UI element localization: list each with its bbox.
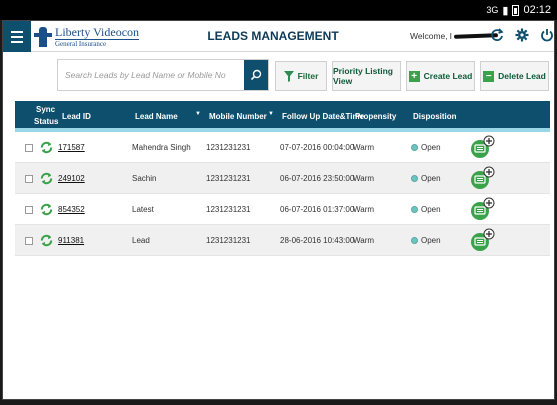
lead-id-link[interactable]: 854352 (58, 205, 85, 214)
followup-datetime: 07-07-2016 00:04:00 (280, 143, 355, 152)
lead-id-link[interactable]: 249102 (58, 174, 85, 183)
lead-name: Lead (132, 236, 150, 245)
welcome-text: Welcome, I (410, 31, 499, 41)
leads-table-body: 171587 Mahendra Singh 1231231231 07-07-2… (15, 132, 550, 256)
status-dot-icon (411, 237, 418, 244)
propensity: Warm (353, 143, 375, 152)
battery-icon (512, 4, 520, 16)
mobile-number: 1231231231 (206, 174, 251, 183)
welcome-label: Welcome, (410, 31, 448, 41)
followup-datetime: 28-06-2016 10:43:00 (280, 236, 355, 245)
lead-name: Sachin (132, 174, 157, 183)
row-checkbox[interactable] (25, 237, 33, 245)
status-dot-icon (411, 206, 418, 213)
table-row[interactable]: 854352 Latest 1231231231 06-07-2016 01:3… (15, 194, 550, 225)
brand-tagline: General Insurance (55, 39, 140, 48)
lead-action-icon[interactable] (470, 135, 496, 161)
row-checkbox[interactable] (25, 206, 33, 214)
status-dot-icon (411, 175, 418, 182)
col-disposition[interactable]: Disposition (413, 112, 457, 122)
app-screen: Liberty Videocon General Insurance LEADS… (2, 20, 555, 400)
disposition: Open (421, 205, 441, 214)
table-row[interactable]: 911381 Lead 1231231231 28-06-2016 10:43:… (15, 225, 550, 256)
filter-label: Filter (297, 71, 319, 81)
table-row[interactable]: 171587 Mahendra Singh 1231231231 07-07-2… (15, 132, 550, 163)
power-logout-icon[interactable] (539, 28, 555, 44)
row-checkbox[interactable] (25, 175, 33, 183)
refresh-icon[interactable] (489, 28, 505, 44)
mobile-number: 1231231231 (206, 205, 251, 214)
mobile-number: 1231231231 (206, 236, 251, 245)
system-status-bar: 3G ▮ 02:12 (0, 0, 557, 20)
disposition: Open (421, 236, 441, 245)
row-checkbox[interactable] (25, 144, 33, 152)
minus-icon: − (483, 70, 495, 82)
priority-listing-view-button[interactable]: Priority Listing View (332, 61, 401, 91)
disposition: Open (421, 174, 441, 183)
followup-datetime: 06-07-2016 01:37:00 (280, 205, 355, 214)
welcome-user-initial: I (449, 31, 453, 41)
lead-name: Mahendra Singh (132, 143, 191, 152)
propensity: Warm (353, 236, 375, 245)
status-dot-icon (411, 144, 418, 151)
col-followup[interactable]: Follow Up Date&Time (282, 112, 364, 122)
priority-label: Priority Listing View (333, 66, 393, 86)
leads-table-header: Sync Status Lead ID Lead Name ▼ Mobile N… (15, 101, 550, 132)
lead-action-icon[interactable] (470, 166, 496, 192)
delete-lead-button[interactable]: − Delete Lead (480, 61, 549, 91)
sync-status-icon (40, 172, 53, 185)
page-title: LEADS MANAGEMENT (207, 29, 339, 43)
lead-id-link[interactable]: 911381 (58, 236, 84, 245)
hamburger-menu-button[interactable] (3, 21, 31, 52)
disposition: Open (421, 143, 441, 152)
table-row[interactable]: 249102 Sachin 1231231231 06-07-2016 23:5… (15, 163, 550, 194)
filter-icon (283, 70, 294, 82)
create-label: Create Lead (423, 71, 473, 81)
menu-icon-line (11, 35, 23, 38)
app-header: Liberty Videocon General Insurance LEADS… (3, 21, 554, 52)
brand-name: Liberty Videocon (55, 25, 140, 39)
lead-action-icon[interactable] (470, 228, 496, 254)
col-lead-name[interactable]: Lead Name (135, 112, 178, 122)
filter-button[interactable]: Filter (275, 61, 327, 91)
liberty-logo-icon (34, 25, 52, 49)
col-sync-line1: Sync (36, 105, 56, 114)
search-input[interactable] (58, 60, 244, 90)
mobile-number: 1231231231 (206, 143, 251, 152)
search-box (57, 59, 269, 91)
sync-status-icon (40, 203, 53, 216)
plus-icon: + (408, 70, 420, 82)
create-lead-button[interactable]: + Create Lead (406, 61, 475, 91)
propensity: Warm (353, 205, 375, 214)
clock: 02:12 (523, 4, 551, 16)
col-mobile-number[interactable]: Mobile Number (209, 112, 267, 122)
col-lead-id[interactable]: Lead ID (62, 112, 91, 122)
sort-down-icon[interactable]: ▼ (268, 111, 274, 117)
settings-gear-icon[interactable] (514, 28, 530, 44)
sort-down-icon[interactable]: ▼ (195, 111, 201, 117)
col-propensity[interactable]: Propensity (355, 112, 396, 122)
lead-id-link[interactable]: 171587 (58, 143, 85, 152)
toolbar: Filter Priority Listing View + Create Le… (3, 59, 554, 93)
signal-indicator: 3G (486, 5, 499, 15)
delete-label: Delete Lead (498, 71, 546, 81)
signal-bars-icon: ▮ (502, 4, 509, 17)
search-icon (250, 69, 262, 81)
propensity: Warm (353, 174, 375, 183)
menu-icon-line (11, 30, 23, 33)
sync-status-icon (40, 234, 53, 247)
lead-name: Latest (132, 205, 154, 214)
lead-action-icon[interactable] (470, 197, 496, 223)
menu-icon-line (11, 40, 23, 43)
sync-status-icon (40, 141, 53, 154)
brand-logo: Liberty Videocon General Insurance (34, 24, 140, 50)
col-sync-line2: Status (34, 117, 59, 126)
followup-datetime: 06-07-2016 23:50:00 (280, 174, 355, 183)
search-button[interactable] (244, 60, 268, 90)
